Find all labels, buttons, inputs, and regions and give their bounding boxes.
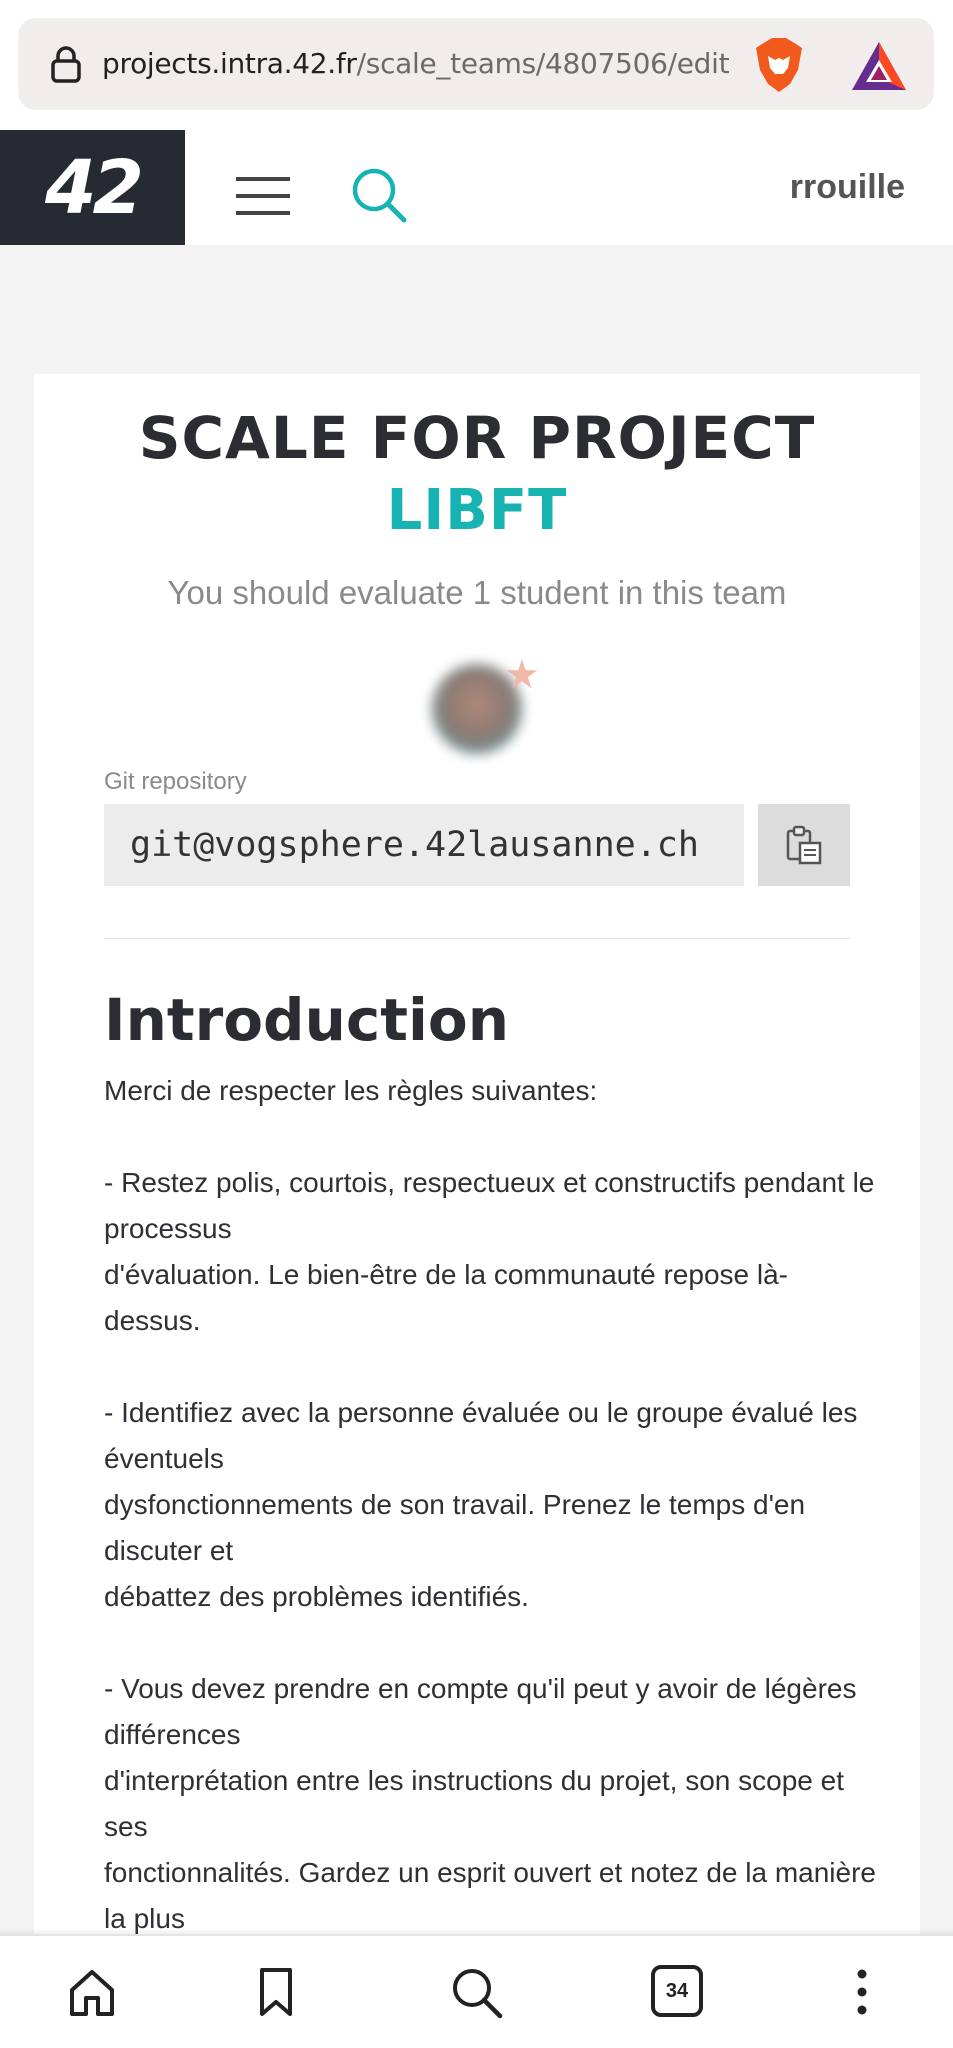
divider bbox=[104, 938, 850, 939]
clipboard-icon bbox=[786, 825, 822, 865]
scale-card: SCALE FOR PROJECT LIBFT You should evalu… bbox=[34, 374, 920, 1934]
git-repository-field[interactable]: git@vogsphere.42lausanne.ch bbox=[104, 804, 744, 886]
intro-line: débattez des problèmes identifiés. bbox=[104, 1581, 529, 1612]
url-host: projects.intra.42.fr bbox=[102, 47, 357, 80]
home-icon[interactable] bbox=[62, 1962, 122, 2022]
evaluate-instruction: You should evaluate 1 student in this te… bbox=[167, 574, 787, 611]
lock-icon bbox=[51, 46, 81, 83]
logo-text: 42 bbox=[45, 144, 144, 231]
more-icon[interactable] bbox=[832, 1962, 892, 2022]
logo-42[interactable]: 42 bbox=[0, 130, 185, 245]
username-link[interactable]: rrouille bbox=[790, 130, 905, 245]
introduction-heading: Introduction bbox=[104, 986, 509, 1054]
bottom-nav-shadow bbox=[0, 1928, 953, 1936]
brave-lion-icon[interactable] bbox=[748, 34, 810, 96]
intro-line: - Restez polis, courtois, respectueux et… bbox=[104, 1167, 875, 1244]
search-icon[interactable] bbox=[446, 1962, 506, 2022]
intro-line: d'interprétation entre les instructions … bbox=[104, 1765, 844, 1842]
bookmark-icon[interactable] bbox=[246, 1962, 306, 2022]
scale-title: SCALE FOR PROJECT bbox=[138, 404, 816, 472]
url-path: /scale_teams/4807506/edit bbox=[356, 47, 730, 80]
intro-line: dysfonctionnements de son travail. Prene… bbox=[104, 1489, 806, 1566]
bottom-navigation: 34 bbox=[0, 1936, 953, 2048]
bat-triangle-icon[interactable] bbox=[848, 38, 910, 94]
tabs-count: 34 bbox=[651, 1965, 703, 2017]
intro-line: - Identifiez avec la personne évaluée ou… bbox=[104, 1397, 858, 1474]
intro-line: Merci de respecter les règles suivantes: bbox=[104, 1075, 598, 1106]
browser-toolbar: projects.intra.42.fr/scale_teams/4807506… bbox=[0, 0, 953, 130]
intro-line: d'évaluation. Le bien-être de la communa… bbox=[104, 1259, 788, 1336]
search-icon[interactable] bbox=[350, 166, 408, 224]
student-avatar[interactable]: ★ bbox=[412, 644, 542, 774]
copy-button[interactable] bbox=[758, 804, 850, 886]
git-repository-label: Git repository bbox=[104, 768, 247, 795]
intro-line: - Vous devez prendre en compte qu'il peu… bbox=[104, 1673, 857, 1750]
star-icon: ★ bbox=[504, 652, 540, 698]
site-header: 42 rrouille bbox=[0, 130, 953, 245]
project-name: LIBFT bbox=[386, 478, 568, 543]
address-bar[interactable]: projects.intra.42.fr/scale_teams/4807506… bbox=[18, 18, 934, 110]
hamburger-menu-icon[interactable] bbox=[236, 175, 290, 217]
url-text[interactable]: projects.intra.42.fr/scale_teams/4807506… bbox=[102, 18, 730, 110]
tabs-icon[interactable]: 34 bbox=[648, 1962, 708, 2022]
introduction-body: Merci de respecter les règles suivantes:… bbox=[104, 1068, 884, 1942]
